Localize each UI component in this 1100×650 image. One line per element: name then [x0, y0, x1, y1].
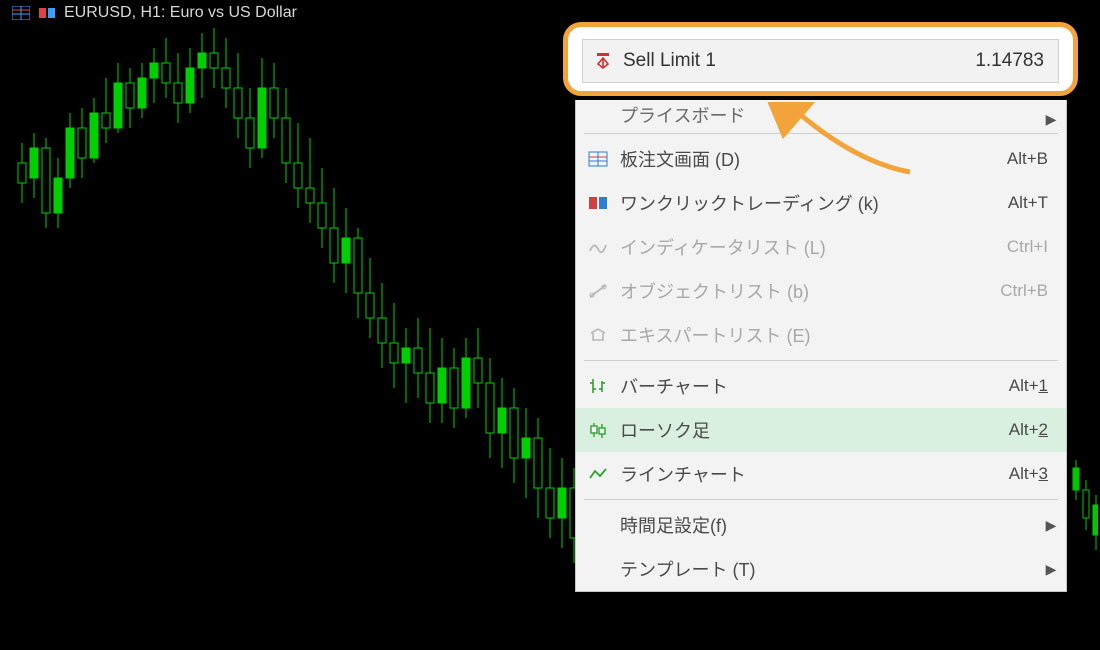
- menu-hotkey: Alt+B: [958, 149, 1066, 169]
- menu-label: 板注文画面 (D): [620, 146, 958, 172]
- menu-label: バーチャート: [620, 373, 958, 399]
- expert-icon: [576, 327, 620, 343]
- objects-icon: [576, 283, 620, 299]
- sell-limit-highlight: Sell Limit 1 1.14783: [563, 22, 1078, 96]
- menu-label: 時間足設定(f): [620, 512, 1036, 538]
- menu-hotkey: Alt+1: [958, 376, 1066, 396]
- menu-item-bar[interactable]: バーチャートAlt+1: [576, 364, 1066, 408]
- oneclick-icon: [38, 6, 56, 20]
- indicator-icon: [576, 239, 620, 255]
- chart-header: EURUSD, H1: Euro vs US Dollar: [12, 4, 297, 22]
- menu-label: オブジェクトリスト (b): [620, 278, 958, 304]
- menu-item-oneclick[interactable]: ワンクリックトレーディング (k)Alt+T: [576, 181, 1066, 225]
- symbol-title: EURUSD, H1: Euro vs US Dollar: [64, 4, 297, 22]
- submenu-arrow-icon: ▶: [1036, 111, 1066, 128]
- menu-label: テンプレート (T): [620, 556, 1036, 582]
- sell-arrow-icon: [583, 52, 623, 70]
- menu-hotkey: Alt+T: [958, 193, 1066, 213]
- menu-hotkey: Ctrl+B: [958, 281, 1066, 301]
- sell-limit-row[interactable]: Sell Limit 1 1.14783: [582, 39, 1059, 83]
- menu-item-expert[interactable]: エキスパートリスト (E): [576, 313, 1066, 357]
- chart-right-candles: [1070, 460, 1098, 580]
- submenu-arrow-icon: ▶: [1036, 517, 1066, 534]
- menu-label: インディケータリスト (L): [620, 234, 958, 260]
- candle-icon: [576, 421, 620, 439]
- menu-hotkey: Alt+2: [958, 420, 1066, 440]
- menu-label: ワンクリックトレーディング (k): [620, 190, 958, 216]
- sell-limit-price: 1.14783: [975, 50, 1058, 72]
- menu-item-objects[interactable]: オブジェクトリスト (b)Ctrl+B: [576, 269, 1066, 313]
- menu-item-candle[interactable]: ローソク足Alt+2: [576, 408, 1066, 452]
- menu-hotkey: Ctrl+I: [958, 237, 1066, 257]
- sell-limit-label: Sell Limit 1: [623, 50, 975, 72]
- menu-item-dom[interactable]: 板注文画面 (D)Alt+B: [576, 137, 1066, 181]
- menu-label: ラインチャート: [620, 461, 958, 487]
- menu-hotkey: Alt+3: [958, 464, 1066, 484]
- menu-item-sub[interactable]: 時間足設定(f)▶: [576, 503, 1066, 547]
- bar-icon: [576, 377, 620, 395]
- dom-icon: [12, 6, 30, 20]
- menu-item-indicator[interactable]: インディケータリスト (L)Ctrl+I: [576, 225, 1066, 269]
- menu-item-sub[interactable]: テンプレート (T)▶: [576, 547, 1066, 591]
- dom-icon: [576, 151, 620, 167]
- context-menu: プライスボード ▶ 板注文画面 (D)Alt+Bワンクリックトレーディング (k…: [575, 100, 1067, 592]
- oneclick-icon: [576, 195, 620, 211]
- menu-item-priceboard-truncated[interactable]: プライスボード ▶: [576, 100, 1066, 130]
- menu-label: ローソク足: [620, 417, 958, 443]
- line-icon: [576, 466, 620, 482]
- menu-label: エキスパートリスト (E): [620, 322, 958, 348]
- menu-item-line[interactable]: ラインチャートAlt+3: [576, 452, 1066, 496]
- submenu-arrow-icon: ▶: [1036, 561, 1066, 578]
